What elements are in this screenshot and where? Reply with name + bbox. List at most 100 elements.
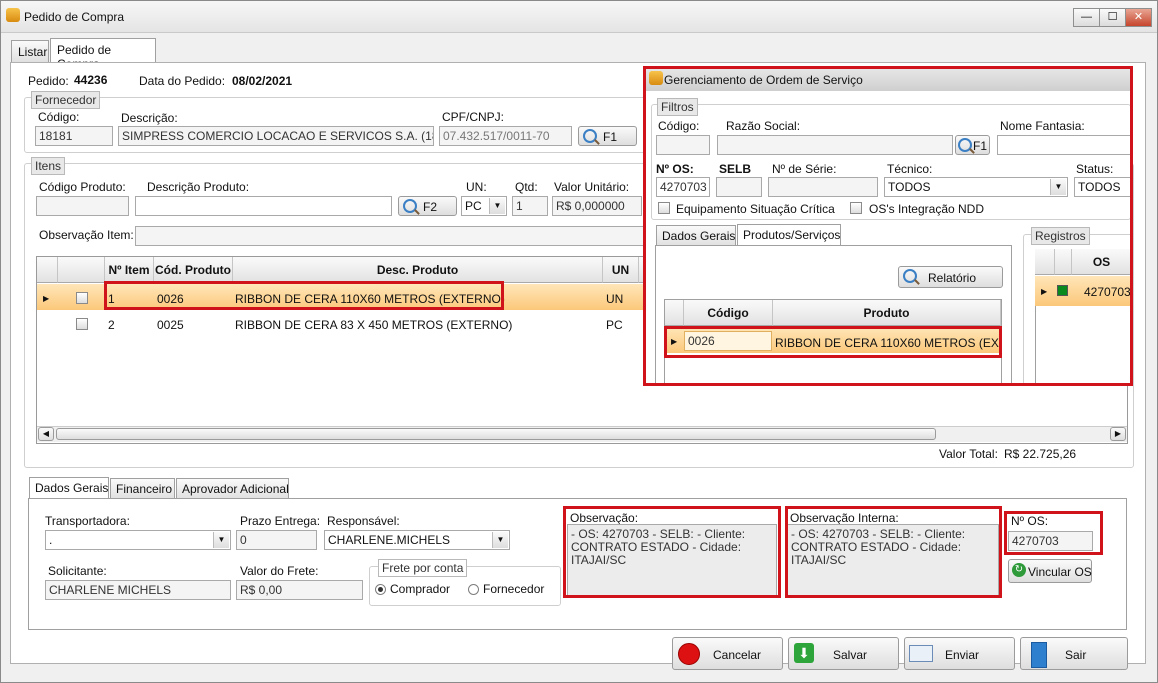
valor-unitario-input[interactable]: R$ 0,000000 (552, 196, 642, 216)
os-row-codigo[interactable]: 0026 (684, 331, 772, 351)
col-cod-produto[interactable]: Cód. Produto (154, 257, 233, 283)
col-desc-produto[interactable]: Desc. Produto (233, 257, 603, 283)
tab-dados-gerais[interactable]: Dados Gerais (29, 477, 109, 499)
salvar-button[interactable]: ⬇ Salvar (788, 637, 899, 670)
fornecedor-group-label: Fornecedor (31, 91, 101, 109)
codigo-produto-input[interactable] (36, 196, 129, 216)
chk-situacao-critica[interactable] (658, 202, 670, 214)
un-select[interactable]: PC ▼ (461, 196, 507, 216)
observacao-item-input[interactable] (135, 226, 645, 246)
row-checkbox[interactable] (76, 318, 88, 330)
row-desc-produto: RIBBON DE CERA 83 X 450 METROS (EXTERNO) (235, 318, 513, 332)
observacao-item-label: Observação Item: (39, 228, 134, 242)
tab-aprovador-adicional[interactable]: Aprovador Adicional (176, 478, 289, 499)
responsavel-value: CHARLENE.MICHELS (328, 533, 451, 547)
scroll-thumb[interactable] (56, 428, 936, 440)
solicitante-label: Solicitante: (48, 564, 107, 578)
os-tab-dados-gerais[interactable]: Dados Gerais (656, 225, 736, 246)
os-f1-button-label: F1 (973, 139, 988, 153)
f2-button[interactable]: F2 (398, 196, 457, 216)
serie-label: Nº de Série: (772, 162, 837, 176)
valor-frete-input[interactable]: R$ 0,00 (236, 580, 363, 600)
enviar-button[interactable]: Enviar (904, 637, 1015, 670)
responsavel-select[interactable]: CHARLENE.MICHELS ▼ (324, 530, 510, 550)
cpf-cnpj-input[interactable]: 07.432.517/0011-70 (439, 126, 572, 146)
row-checkbox[interactable] (76, 292, 88, 304)
chk-integracao-ndd[interactable] (850, 202, 862, 214)
f1-button[interactable]: F1 (578, 126, 637, 146)
fornecedor-codigo-label: Código: (38, 110, 80, 124)
os-f1-button[interactable]: F1 (955, 135, 990, 155)
row-pointer-icon: ▶ (1041, 287, 1048, 296)
razao-social-label: Razão Social: (726, 119, 801, 133)
col-produto[interactable]: Produto (773, 300, 1001, 326)
app-icon (6, 8, 20, 22)
os-panel-icon (649, 71, 663, 85)
valor-unitario-label: Valor Unitário: (554, 180, 630, 194)
cpf-cnpj-label: CPF/CNPJ: (442, 110, 505, 124)
row-cod-produto: 0026 (157, 292, 184, 306)
tecnico-label: Técnico: (887, 162, 933, 176)
nos-bottom-input[interactable]: 4270703 (1008, 531, 1093, 551)
razao-social-input[interactable] (717, 135, 953, 155)
registros-group-label: Registros (1031, 227, 1090, 245)
observacao-textarea[interactable]: - OS: 4270703 - SELB: - Cliente: CONTRAT… (567, 524, 777, 596)
nome-fantasia-label: Nome Fantasia: (1000, 119, 1085, 133)
relatorio-button[interactable]: Relatório (898, 266, 1003, 288)
fornecedor-descricao-input[interactable]: SIMPRESS COMERCIO LOCACAO E SERVICOS S.A… (118, 126, 434, 146)
nos-input[interactable]: 4270703 (656, 177, 710, 197)
radio-fornecedor[interactable] (468, 584, 479, 595)
transportadora-select[interactable]: . ▼ (45, 530, 231, 550)
cancelar-button[interactable]: Cancelar (672, 637, 783, 670)
search-icon (583, 129, 597, 143)
maximize-button[interactable]: ☐ (1099, 8, 1126, 27)
selb-input[interactable] (716, 177, 762, 197)
data-pedido-label: Data do Pedido: (139, 74, 226, 88)
solicitante-input[interactable]: CHARLENE MICHELS (45, 580, 231, 600)
cancel-icon (678, 643, 700, 665)
scroll-right-icon[interactable]: ▶ (1110, 427, 1126, 441)
observacao-label: Observação: (570, 511, 639, 525)
status-label: Status: (1076, 162, 1114, 176)
reg-grid-border (1035, 306, 1036, 385)
pedido-label: Pedido: (28, 74, 69, 88)
tab-pedido-de-compra[interactable]: Pedido de Compra (50, 38, 156, 71)
pedido-value: 44236 (74, 73, 108, 87)
tab-financeiro[interactable]: Financeiro (110, 478, 175, 499)
serie-input[interactable] (768, 177, 878, 197)
nome-fantasia-input[interactable] (997, 135, 1131, 155)
relatorio-button-label: Relatório (928, 271, 977, 285)
prazo-entrega-input[interactable]: 0 (236, 530, 317, 550)
transportadora-value: . (49, 533, 53, 547)
envelope-icon (909, 645, 933, 662)
fornecedor-codigo-input[interactable]: 18181 (35, 126, 113, 146)
col-codigo[interactable]: Código (684, 300, 773, 326)
col-nitem[interactable]: Nº Item (105, 257, 154, 283)
scroll-left-icon[interactable]: ◀ (38, 427, 54, 441)
valor-total-label: Valor Total: (939, 447, 998, 461)
exit-door-icon (1031, 642, 1047, 668)
os-codigo-input[interactable] (656, 135, 710, 155)
minimize-button[interactable]: — (1073, 8, 1100, 27)
col-os[interactable]: OS (1072, 249, 1132, 275)
observacao-interna-label: Observação Interna: (790, 511, 899, 525)
os-tab-produtos-servicos[interactable]: Produtos/Serviços (737, 224, 841, 246)
sair-button[interactable]: Sair (1020, 637, 1128, 670)
col-un[interactable]: UN (603, 257, 639, 283)
status-select[interactable]: TODOS (1074, 177, 1131, 197)
radio-fornecedor-label: Fornecedor (483, 582, 545, 596)
close-button[interactable]: ✕ (1125, 8, 1152, 27)
observacao-interna-textarea[interactable]: - OS: 4270703 - SELB: - Cliente: CONTRAT… (787, 524, 999, 596)
chk-situacao-critica-label: Equipamento Situação Crítica (676, 202, 835, 216)
chk-integracao-ndd-label: OS's Integração NDD (869, 202, 985, 216)
tecnico-select[interactable]: TODOS ▼ (884, 177, 1068, 197)
qtd-input[interactable]: 1 (512, 196, 548, 216)
radio-comprador[interactable] (375, 584, 386, 595)
row-pointer-icon: ▶ (671, 337, 678, 346)
vincular-os-button[interactable]: ↻ Vincular OS (1008, 559, 1092, 583)
row-desc-produto: RIBBON DE CERA 110X60 METROS (EXTERNO) (235, 292, 505, 306)
descricao-produto-input[interactable] (135, 196, 392, 216)
reg-grid-row-header (1035, 249, 1055, 275)
tab-listar[interactable]: Listar (11, 40, 49, 62)
filtros-group-label: Filtros (657, 98, 698, 116)
